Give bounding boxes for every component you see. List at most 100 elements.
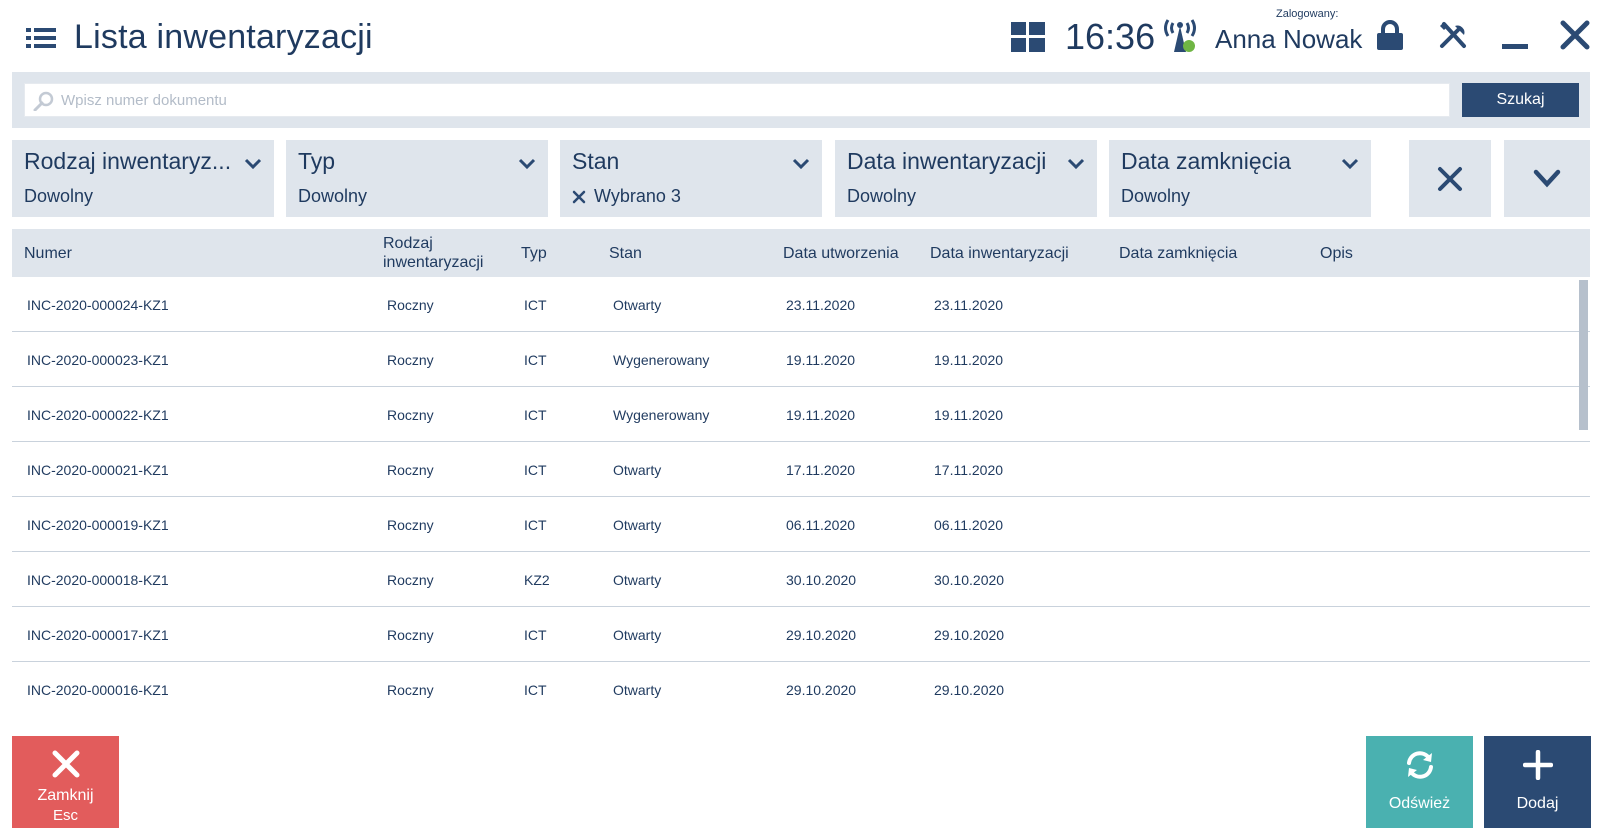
cell-number: INC-2020-000017-KZ1: [27, 627, 169, 643]
table-row[interactable]: INC-2020-000016-KZ1 Roczny ICT Otwarty 2…: [12, 662, 1590, 713]
table-row[interactable]: INC-2020-000024-KZ1 Roczny ICT Otwarty 2…: [12, 277, 1590, 332]
filter-status[interactable]: Stan Wybrano 3: [560, 140, 822, 217]
add-button[interactable]: Dodaj: [1484, 736, 1591, 828]
cell-created: 06.11.2020: [786, 517, 856, 533]
refresh-button[interactable]: Odśwież: [1366, 736, 1473, 828]
antenna-signal-icon: [1164, 19, 1196, 52]
cell-kind: Roczny: [387, 517, 434, 533]
cell-kind: Roczny: [387, 297, 434, 313]
cell-type: ICT: [524, 682, 547, 698]
user-name: Anna Nowak: [1215, 24, 1363, 54]
table-row[interactable]: INC-2020-000023-KZ1 Roczny ICT Wygenerow…: [12, 332, 1590, 387]
lock-icon[interactable]: [1376, 20, 1404, 50]
search-icon: [33, 91, 54, 111]
minimize-icon[interactable]: [1500, 20, 1530, 50]
column-header-kind-line1: Rodzaj: [383, 235, 433, 252]
column-header-kind[interactable]: Rodzaj inwentaryzacji: [383, 234, 483, 272]
chevron-down-icon: [1067, 158, 1085, 170]
table-scrollbar[interactable]: [1579, 280, 1588, 430]
column-header-type[interactable]: Typ: [521, 244, 547, 263]
close-button-label: Zamknij: [37, 787, 94, 804]
cell-number: INC-2020-000016-KZ1: [27, 682, 169, 698]
cell-type: ICT: [524, 462, 547, 478]
header-bar: Lista inwentaryzacji 16:36 Zalogowany: A…: [0, 0, 1599, 72]
filter-label: Data zamknięcia: [1121, 148, 1292, 174]
filter-type[interactable]: Typ Dowolny: [286, 140, 548, 217]
cell-kind: Roczny: [387, 352, 434, 368]
cell-number: INC-2020-000021-KZ1: [27, 462, 169, 478]
close-button[interactable]: Zamknij Esc: [12, 736, 119, 828]
clock: 16:36: [1065, 16, 1156, 57]
cell-kind: Roczny: [387, 462, 434, 478]
cell-kind: Roczny: [387, 627, 434, 643]
table-row[interactable]: INC-2020-000018-KZ1 Roczny KZ2 Otwarty 3…: [12, 552, 1590, 607]
column-header-kind-line2: inwentaryzacji: [383, 254, 484, 271]
cell-created: 30.10.2020: [786, 572, 857, 588]
column-header-inventory-date[interactable]: Data inwentaryzacji: [930, 244, 1069, 263]
search-button[interactable]: Szukaj: [1462, 83, 1579, 117]
cell-kind: Roczny: [387, 572, 434, 588]
cell-kind: Roczny: [387, 682, 434, 698]
cell-status: Wygenerowany: [613, 352, 710, 368]
cell-created: 19.11.2020: [786, 352, 856, 368]
filter-value: Dowolny: [298, 186, 368, 206]
close-button-shortcut: Esc: [52, 807, 78, 824]
menu-icon[interactable]: [26, 26, 56, 50]
filter-label: Rodzaj inwentaryz...: [24, 148, 232, 174]
cell-created: 19.11.2020: [786, 407, 856, 423]
cell-inventory-date: 29.10.2020: [934, 627, 1005, 643]
cell-inventory-date: 19.11.2020: [934, 352, 1004, 368]
cell-type: ICT: [524, 517, 547, 533]
filter-close-date[interactable]: Data zamknięcia Dowolny: [1109, 140, 1371, 217]
table-row[interactable]: INC-2020-000017-KZ1 Roczny ICT Otwarty 2…: [12, 607, 1590, 662]
cell-inventory-date: 17.11.2020: [934, 462, 1004, 478]
add-button-label: Dodaj: [1516, 795, 1559, 812]
filter-value: Wybrano 3: [572, 186, 681, 207]
table-body: INC-2020-000024-KZ1 Roczny ICT Otwarty 2…: [12, 277, 1590, 713]
logged-in-label: Zalogowany:: [1276, 8, 1339, 20]
table-row[interactable]: INC-2020-000022-KZ1 Roczny ICT Wygenerow…: [12, 387, 1590, 442]
filter-inventory-date[interactable]: Data inwentaryzacji Dowolny: [835, 140, 1097, 217]
cell-status: Otwarty: [613, 682, 662, 698]
cell-number: INC-2020-000022-KZ1: [27, 407, 169, 423]
search-bar: Szukaj: [12, 72, 1590, 128]
chevron-down-icon: [244, 158, 262, 170]
chevron-down-icon: [792, 158, 810, 170]
search-box[interactable]: [24, 83, 1450, 117]
filter-value: Dowolny: [24, 186, 94, 206]
refresh-button-label: Odśwież: [1388, 795, 1451, 812]
column-header-description[interactable]: Opis: [1320, 244, 1353, 263]
clear-selection-icon[interactable]: [572, 190, 586, 204]
column-header-close-date[interactable]: Data zamknięcia: [1119, 244, 1237, 263]
cell-type: ICT: [524, 297, 547, 313]
column-header-status[interactable]: Stan: [609, 244, 642, 263]
cell-status: Otwarty: [613, 297, 662, 313]
cell-created: 23.11.2020: [786, 297, 856, 313]
table-header: Numer Rodzaj inwentaryzacji Typ Stan Dat…: [12, 229, 1590, 277]
filter-value-text: Wybrano 3: [594, 186, 681, 206]
table-row[interactable]: INC-2020-000021-KZ1 Roczny ICT Otwarty 1…: [12, 442, 1590, 497]
filter-label: Typ: [298, 148, 336, 174]
filter-value: Dowolny: [1121, 186, 1191, 206]
cell-inventory-date: 29.10.2020: [934, 682, 1005, 698]
expand-filters-button[interactable]: [1504, 140, 1590, 217]
filter-inventory-kind[interactable]: Rodzaj inwentaryz... Dowolny: [12, 140, 274, 217]
close-icon: [1438, 166, 1462, 191]
filter-value: Dowolny: [847, 186, 917, 206]
cell-number: INC-2020-000023-KZ1: [27, 352, 169, 368]
page-title: Lista inwentaryzacji: [74, 18, 373, 56]
chevron-down-icon: [518, 158, 536, 170]
tools-icon[interactable]: [1438, 20, 1468, 50]
cell-type: KZ2: [524, 572, 550, 588]
clear-filters-button[interactable]: [1409, 140, 1491, 217]
search-input[interactable]: [61, 84, 1441, 116]
cell-type: ICT: [524, 352, 547, 368]
grid-icon[interactable]: [1011, 22, 1045, 52]
column-header-created[interactable]: Data utworzenia: [783, 244, 899, 263]
cell-inventory-date: 19.11.2020: [934, 407, 1004, 423]
column-header-number[interactable]: Numer: [24, 244, 72, 263]
table-row[interactable]: INC-2020-000019-KZ1 Roczny ICT Otwarty 0…: [12, 497, 1590, 552]
close-icon[interactable]: [1560, 20, 1590, 50]
filter-label: Stan: [572, 148, 620, 174]
cell-number: INC-2020-000024-KZ1: [27, 297, 169, 313]
